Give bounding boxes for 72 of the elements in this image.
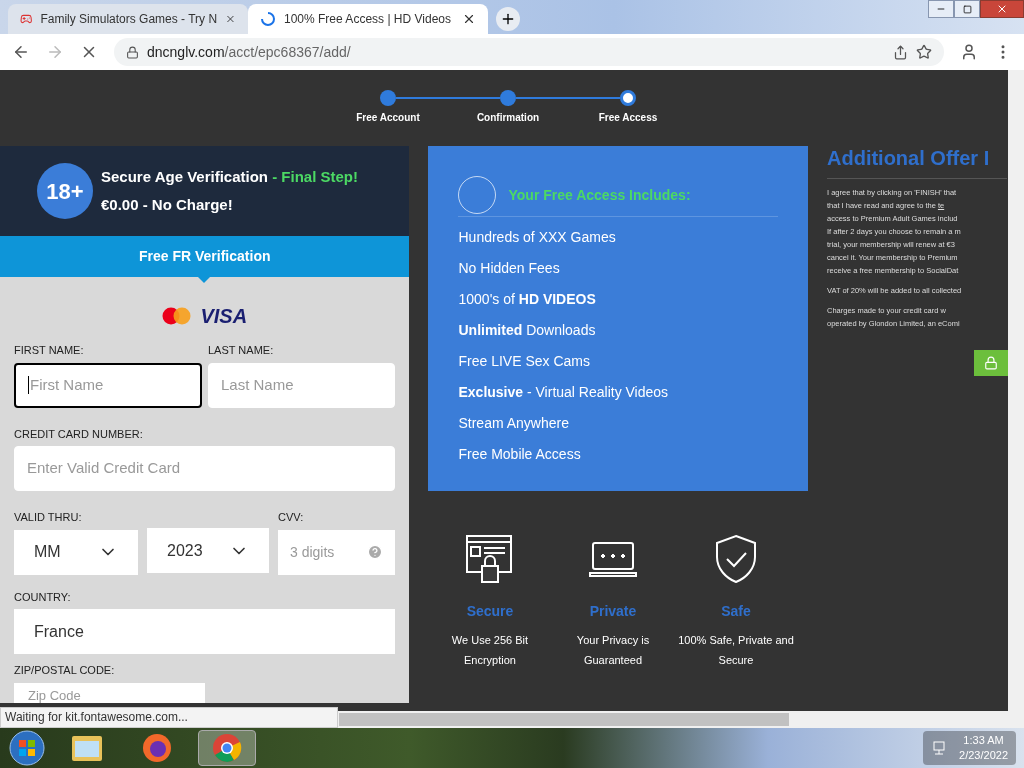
includes-item: Exclusive - Virtual Reality Videos [458,383,670,402]
restore-icon [962,4,972,14]
includes-item: 1000's of HD VIDEOS [458,290,597,309]
includes-title: Your Free Access Includes: [508,185,691,205]
feature-title: Safe [721,602,751,621]
vertical-scrollbar[interactable] [1008,70,1024,711]
field-label: CVV: [278,510,305,525]
field-label: COUNTRY: [14,589,72,605]
clock-time[interactable]: 1:33 AM [963,733,1004,748]
feature-text: 100% Safe, Private and Secure [678,633,794,668]
shield-check-icon [714,534,758,584]
firefox-icon[interactable] [142,733,172,763]
field-label: VALID THRU: [14,510,83,525]
step-label: Free Account [356,111,420,125]
field-label: ZIP/POSTAL CODE: [14,663,116,678]
field-label: FIRST NAME: [14,343,85,358]
close-icon[interactable] [462,12,476,26]
field-label: LAST NAME: [208,343,275,358]
includes-item: Unlimited Downloads [458,321,597,340]
month-select[interactable]: MM [14,529,138,575]
field-label: CREDIT CARD NUMBER: [14,426,144,442]
includes-item: Free Mobile Access [458,445,582,464]
laptop-password-icon [589,539,637,579]
lock-icon[interactable] [126,45,139,59]
back-icon[interactable] [12,43,30,61]
browser-lock-icon [465,534,515,584]
feature-text: We Use 256 Bit Encryption [451,633,529,668]
address-bar[interactable]: dncnglv.com/acct/epc68367/add/ [114,38,944,66]
mastercard-logo [162,307,193,325]
header-title: Secure Age Verification - Final Step! [101,166,359,187]
chrome-icon[interactable] [212,733,242,763]
network-icon[interactable] [931,740,948,756]
step-label: Free Access [598,111,658,125]
header-subtitle: €0.00 - No Charge! [101,195,234,215]
share-icon[interactable] [893,44,908,60]
restore-button[interactable] [954,0,980,18]
close-icon [996,3,1008,15]
feature-title: Private [589,602,637,621]
minimize-button[interactable] [928,0,954,18]
new-tab-button[interactable] [496,7,520,31]
year-select[interactable]: 2023 [147,528,269,573]
feature-text: Your Privacy is Guaranteed [576,633,650,668]
start-button[interactable] [8,729,46,767]
tab-title: 100% Free Access | HD Videos [284,11,452,28]
input-field[interactable]: Enter Valid Credit Card [14,446,396,491]
browser-tab[interactable]: 100% Free Access | HD Videos [248,4,488,34]
lock-icon [984,356,998,370]
status-bubble: Waiting for kit.fontawesome.com... [0,707,338,728]
input-field[interactable]: First Name [14,362,202,408]
horizontal-scrollbar-thumb[interactable] [339,713,789,726]
help-icon[interactable] [367,544,384,560]
offer-title: Additional Offer I [827,146,991,170]
loading-spinner-icon [260,11,276,27]
clock-date[interactable]: 2/23/2022 [959,748,1008,763]
step-label: Confirmation [476,111,540,125]
includes-item: Stream Anywhere [458,414,570,433]
profile-icon[interactable] [960,43,978,61]
bookmark-star-icon[interactable] [916,44,932,60]
includes-item: Hundreds of XXX Games [458,228,617,247]
feature-title: Secure [466,602,514,621]
age-badge: 18+ [37,163,93,219]
folder-icon[interactable] [71,734,103,762]
input-field[interactable]: Zip Code [14,682,205,703]
tab-title: Family Simulators Games - Try N [40,11,218,28]
includes-item: No Hidden Fees [458,259,561,278]
includes-item: Free LIVE Sex Cams [458,352,591,371]
browser-tab[interactable]: Family Simulators Games - Try N [8,4,248,34]
plus-icon [500,11,516,27]
cvv-field[interactable]: 3 digits [278,529,396,575]
input-field[interactable]: Last Name [208,362,396,408]
visa-logo: VISA [200,305,248,327]
country-select[interactable]: France [14,609,396,654]
